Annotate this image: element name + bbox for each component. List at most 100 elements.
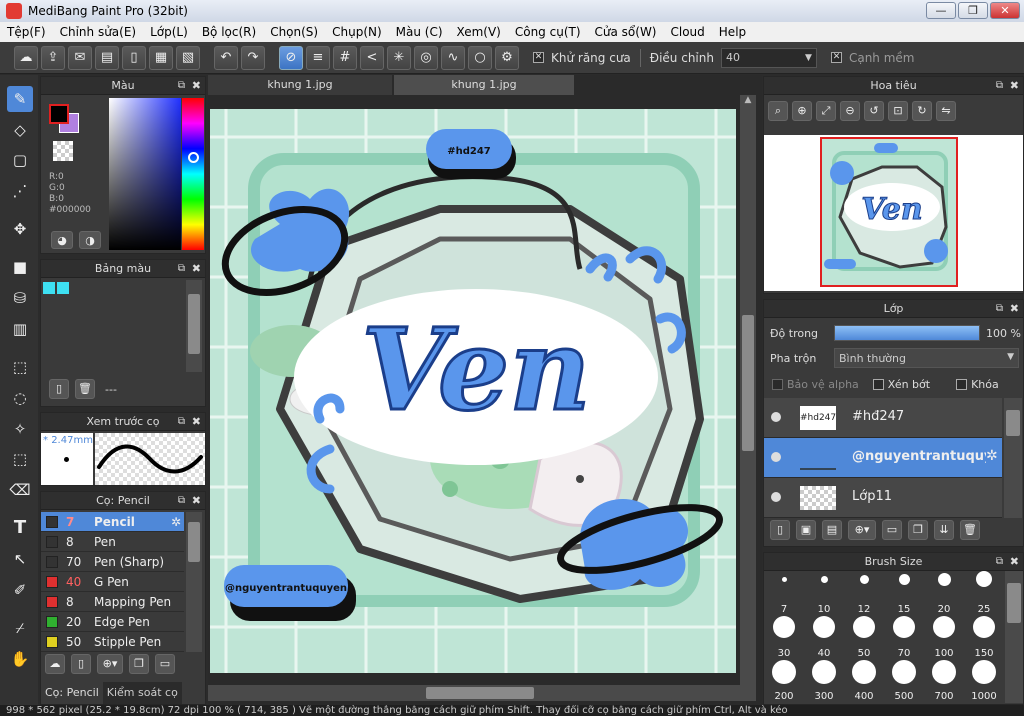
- brush-tool-icon[interactable]: ✎: [7, 86, 33, 112]
- layer-folder-icon[interactable]: ▭: [882, 520, 902, 540]
- undock-icon[interactable]: ⧉: [996, 77, 1003, 95]
- brush-item-stipple-pen[interactable]: 50 Stipple Pen: [41, 632, 184, 652]
- menu-window[interactable]: Cửa sổ(W): [588, 25, 664, 39]
- new-halftone-layer-icon[interactable]: ▣: [796, 520, 816, 540]
- eyedropper-tool-icon[interactable]: ⌿: [7, 615, 33, 641]
- brush-item-g-pen[interactable]: 40 G Pen: [41, 572, 184, 592]
- brush-size-option[interactable]: 7: [764, 571, 804, 615]
- document-tab-active[interactable]: khung 1.jpg: [394, 75, 574, 95]
- navigator-viewport[interactable]: Ven: [820, 137, 958, 287]
- brush-size-option[interactable]: 40: [804, 615, 844, 659]
- brush-size-option[interactable]: 200: [764, 659, 804, 702]
- hand-tool-icon[interactable]: ✋: [7, 646, 33, 672]
- bucket-tool-icon[interactable]: ⛁: [7, 285, 33, 311]
- menu-layer[interactable]: Lớp(L): [143, 25, 195, 39]
- new-1bit-layer-icon[interactable]: ▤: [822, 520, 842, 540]
- palette-swatch[interactable]: [43, 282, 55, 294]
- undock-icon[interactable]: ⧉: [996, 553, 1003, 571]
- close-icon[interactable]: ✖: [1010, 553, 1019, 571]
- text-tool-icon[interactable]: T: [7, 515, 33, 541]
- menu-filter[interactable]: Bộ lọc(R): [195, 25, 263, 39]
- brush-item-edge-pen[interactable]: 20 Edge Pen: [41, 612, 184, 632]
- layer-item[interactable]: Lớp11: [764, 478, 1002, 518]
- undo-icon[interactable]: ↶: [214, 45, 238, 70]
- snap-parallel-icon[interactable]: ≡: [306, 45, 330, 70]
- rotate-right-icon[interactable]: ↻: [912, 101, 932, 121]
- gear-icon[interactable]: ✲: [986, 448, 998, 464]
- brush-size-option[interactable]: 30: [764, 615, 804, 659]
- layer-list-scrollbar[interactable]: [1004, 398, 1022, 518]
- menu-cloud[interactable]: Cloud: [664, 25, 712, 39]
- foreground-color-swatch[interactable]: [49, 104, 69, 124]
- reset-view-icon[interactable]: ⊡: [888, 101, 908, 121]
- brush-size-option[interactable]: 300: [804, 659, 844, 702]
- eraser-tool-icon[interactable]: ◇: [7, 117, 33, 143]
- menu-snap[interactable]: Chụp(N): [325, 25, 389, 39]
- menu-help[interactable]: Help: [712, 25, 753, 39]
- snap-settings-icon[interactable]: ⚙: [495, 45, 519, 70]
- antialias-checkbox[interactable]: ✕: [533, 52, 544, 63]
- close-icon[interactable]: ✖: [192, 77, 201, 95]
- menu-tools[interactable]: Công cụ(T): [508, 25, 588, 39]
- select-eraser-tool-icon[interactable]: ⌫: [7, 477, 33, 503]
- new-layer-icon[interactable]: ▯: [770, 520, 790, 540]
- scrollbar-thumb[interactable]: [742, 315, 754, 451]
- brush-size-option[interactable]: 400: [844, 659, 884, 702]
- clip-checkbox[interactable]: [872, 379, 884, 390]
- close-icon[interactable]: ✖: [192, 260, 201, 278]
- undock-icon[interactable]: ⧉: [178, 260, 185, 278]
- fill-shape-tool-icon[interactable]: ■: [7, 254, 33, 280]
- scrollbar-thumb[interactable]: [426, 687, 534, 699]
- cloud-icon[interactable]: ☁: [14, 45, 38, 70]
- brush-size-option[interactable]: 25: [964, 571, 1004, 615]
- close-icon[interactable]: ✖: [192, 413, 201, 431]
- saturation-value-picker[interactable]: [109, 98, 181, 250]
- brush-size-option[interactable]: 100: [924, 615, 964, 659]
- protect-alpha-checkbox[interactable]: [772, 379, 783, 390]
- page-icon[interactable]: ▯: [122, 45, 146, 70]
- hue-slider[interactable]: [182, 98, 204, 250]
- gradient-tool-icon[interactable]: ▥: [7, 316, 33, 342]
- undock-icon[interactable]: ⧉: [178, 492, 185, 510]
- shape-tool-icon[interactable]: ▢: [7, 147, 33, 173]
- smooth-edge-checkbox[interactable]: ✕: [830, 52, 842, 63]
- new-brush-icon[interactable]: ▯: [71, 654, 91, 674]
- add-layer-dropdown-icon[interactable]: ⊕▾: [848, 520, 876, 540]
- message-icon[interactable]: ▤: [95, 45, 119, 70]
- menu-view[interactable]: Xem(V): [450, 25, 508, 39]
- navigator-preview[interactable]: Ven: [764, 135, 1023, 291]
- close-button[interactable]: ✕: [990, 2, 1020, 19]
- menu-file[interactable]: Tệp(F): [0, 25, 53, 39]
- canvas-horizontal-scrollbar[interactable]: [208, 685, 756, 701]
- fit-screen-icon[interactable]: ⤢: [816, 101, 836, 121]
- artwork-canvas[interactable]: Ven #hd247 @nguyentrantuquyen: [210, 109, 736, 673]
- brush-size-option[interactable]: 1000: [964, 659, 1004, 702]
- page-list-icon[interactable]: ▧: [176, 45, 200, 70]
- canvas-vertical-scrollbar[interactable]: ▲: [740, 95, 756, 689]
- zoom-in-icon[interactable]: ⊕: [792, 101, 812, 121]
- document-tab[interactable]: khung 1.jpg: [208, 75, 392, 95]
- brush-size-option[interactable]: 20: [924, 571, 964, 615]
- brush-size-scrollbar[interactable]: [1005, 571, 1023, 703]
- dot-tool-icon[interactable]: ⋰: [7, 178, 33, 204]
- delete-palette-icon[interactable]: 🗑: [75, 379, 95, 399]
- new-palette-icon[interactable]: ▯: [49, 379, 69, 399]
- copy-brush-icon[interactable]: ❐: [129, 654, 149, 674]
- brush-cloud-icon[interactable]: ☁: [45, 654, 65, 674]
- page-manager-icon[interactable]: ▦: [149, 45, 173, 70]
- scrollbar-thumb[interactable]: [188, 294, 200, 354]
- brush-size-option[interactable]: 500: [884, 659, 924, 702]
- brush-size-option[interactable]: 70: [884, 615, 924, 659]
- add-brush-dropdown-icon[interactable]: ⊕▾: [97, 654, 123, 674]
- snap-grid-icon[interactable]: #: [333, 45, 357, 70]
- brush-item-pen[interactable]: 8 Pen: [41, 532, 184, 552]
- select-rect-tool-icon[interactable]: ⬚: [7, 354, 33, 380]
- gear-icon[interactable]: ✲: [171, 515, 181, 529]
- move-tool-icon[interactable]: ✥: [7, 216, 33, 242]
- eye-icon[interactable]: [771, 452, 781, 462]
- merge-layer-icon[interactable]: ⇊: [934, 520, 954, 540]
- comment-icon[interactable]: ✉: [68, 45, 92, 70]
- magic-wand-tool-icon[interactable]: ✧: [7, 416, 33, 442]
- color-picker-icon[interactable]: ◑: [79, 231, 101, 249]
- brush-size-option[interactable]: 150: [964, 615, 1004, 659]
